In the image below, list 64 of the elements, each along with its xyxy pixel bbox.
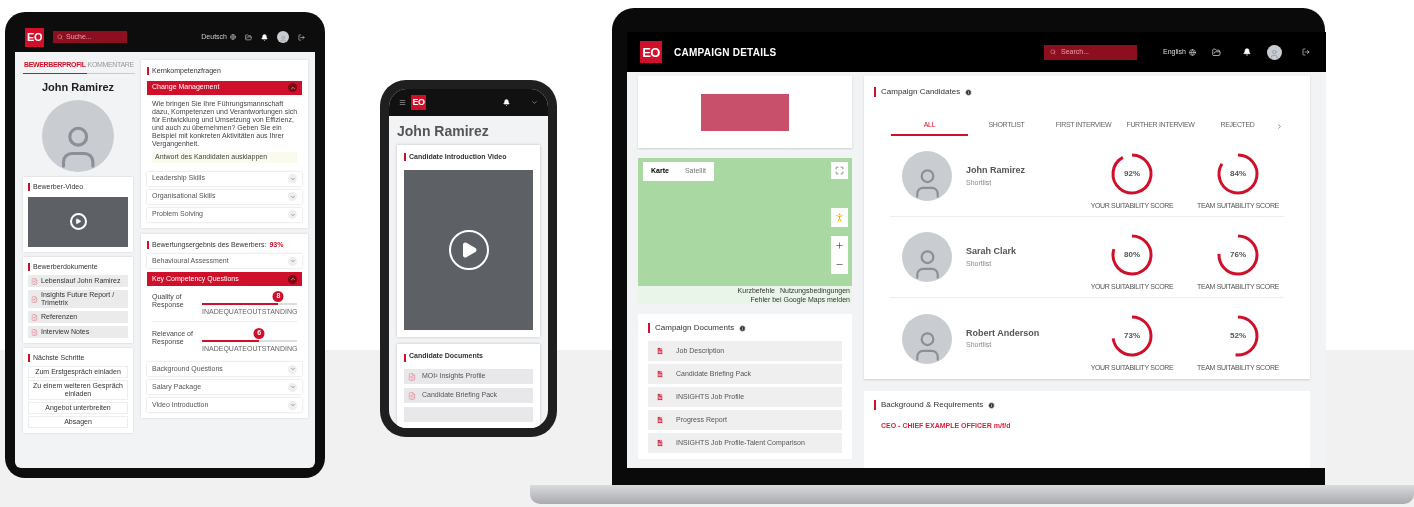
score-value: 92%	[1124, 167, 1140, 180]
search-icon	[1050, 49, 1057, 55]
globe-icon[interactable]	[230, 34, 236, 40]
logout-icon[interactable]	[1302, 48, 1310, 56]
folder-icon[interactable]	[245, 33, 252, 41]
score-ring	[1111, 234, 1153, 276]
avatar-placeholder	[902, 232, 952, 282]
person-icon	[834, 212, 845, 223]
score-value: 76%	[1230, 248, 1246, 261]
chevron-up-icon[interactable]	[288, 83, 298, 92]
score-value: 84%	[1230, 167, 1246, 180]
document-icon	[656, 347, 664, 355]
bell-icon[interactable]	[503, 99, 510, 106]
document-icon	[656, 439, 664, 447]
play-icon[interactable]	[69, 213, 87, 230]
section-title: Campaign Documents	[655, 322, 735, 334]
document-icon	[31, 277, 38, 285]
score-ring	[1217, 153, 1259, 195]
score-ring	[1111, 315, 1153, 357]
document-icon	[408, 372, 416, 381]
page-title: CAMPAIGN DETAILS	[674, 45, 777, 60]
bell-icon[interactable]	[1243, 48, 1251, 56]
slider-track[interactable]	[202, 339, 298, 342]
section-title: Campaign Candidates	[881, 86, 961, 98]
bell-icon[interactable]	[261, 33, 268, 41]
avatar-placeholder	[902, 151, 952, 201]
score-value: 80%	[1124, 248, 1140, 261]
info-icon[interactable]	[988, 401, 996, 409]
document-icon	[31, 328, 38, 336]
score-ring	[1111, 153, 1153, 195]
candidate-name[interactable]: John Ramirez	[966, 164, 1086, 178]
logo: EO	[640, 41, 662, 63]
candidate-name: John Ramirez	[40, 79, 116, 95]
document-icon	[656, 393, 664, 401]
info-icon[interactable]	[739, 324, 747, 332]
score-value: 73%	[1124, 330, 1140, 343]
avatar-placeholder	[1267, 44, 1282, 60]
avatar-placeholder	[277, 31, 289, 43]
slider-track[interactable]	[202, 302, 298, 305]
globe-icon[interactable]	[1189, 48, 1196, 56]
section-title: Background & Requirements	[881, 399, 984, 411]
score-ring	[1217, 234, 1259, 276]
candidate-name: John Ramirez	[397, 124, 490, 138]
logout-icon[interactable]	[298, 33, 305, 41]
candidate-name[interactable]: Sarah Clark	[966, 245, 1086, 259]
menu-icon[interactable]	[399, 99, 406, 106]
candidate-name[interactable]: Robert Anderson	[966, 326, 1086, 340]
logo: EO	[411, 95, 426, 110]
document-icon	[408, 391, 416, 400]
logo: EO	[25, 27, 44, 47]
info-icon[interactable]	[965, 88, 973, 96]
avatar-placeholder	[902, 313, 952, 364]
search-icon	[57, 34, 63, 40]
score-value: 52%	[1230, 330, 1246, 343]
chevron-down-icon[interactable]	[531, 99, 538, 106]
document-icon	[31, 295, 38, 303]
folder-icon[interactable]	[1212, 47, 1221, 57]
play-icon[interactable]	[448, 229, 489, 270]
document-icon	[656, 416, 664, 424]
fullscreen-icon	[835, 166, 844, 175]
document-icon	[656, 370, 664, 378]
document-icon	[31, 313, 38, 321]
plus-icon	[835, 241, 844, 250]
chevron-right-icon[interactable]	[1276, 122, 1283, 130]
